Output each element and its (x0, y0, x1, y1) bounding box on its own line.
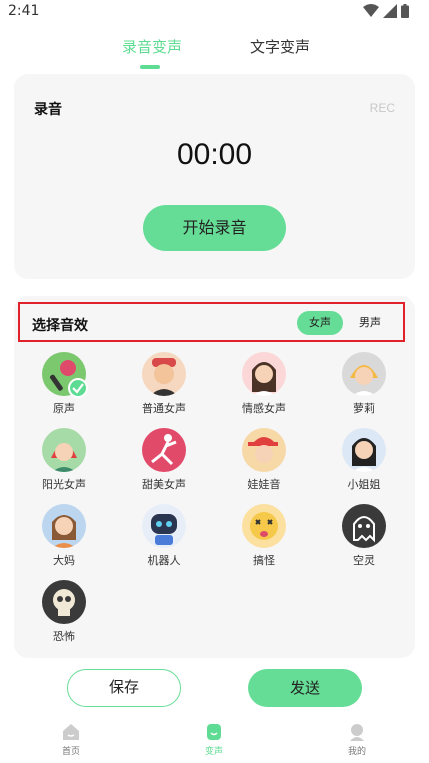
mode-tabs: 录音变声 文字变声 (0, 36, 429, 72)
voice-item-original[interactable]: 原声 (14, 352, 114, 416)
male-voice-option[interactable]: 男声 (347, 311, 393, 335)
dancer-avatar-icon (142, 428, 186, 472)
girl-avatar-icon (142, 352, 186, 396)
rec-indicator: REC (369, 101, 395, 115)
nav-label: 我的 (347, 747, 366, 757)
voice-item-label: 甜美女声 (142, 478, 186, 491)
voice-item-young-lady[interactable]: 小姐姐 (314, 428, 414, 492)
nav-item-home[interactable]: 首页 (41, 722, 101, 757)
voice-item-label: 小姐姐 (347, 478, 381, 491)
nav-item-voice-change[interactable]: 变声 (184, 722, 244, 757)
nav-label: 变声 (204, 747, 223, 757)
voice-item-ethereal[interactable]: 空灵 (314, 504, 414, 568)
status-bar: 2:41 (0, 0, 429, 24)
signal-icon (383, 4, 397, 18)
voice-item-label: 普通女声 (142, 402, 186, 415)
voice-item-label: 空灵 (353, 554, 375, 567)
voice-item-label: 情感女声 (242, 402, 286, 415)
bottom-nav: 首页 变声 我的 (0, 718, 429, 763)
recorder-title: 录音 (34, 102, 62, 118)
voice-item-doll[interactable]: 娃娃音 (214, 428, 314, 492)
voice-item-loli[interactable]: 萝莉 (314, 352, 414, 416)
voice-item-label: 原声 (53, 402, 75, 415)
robot-avatar-icon (142, 504, 186, 548)
young-lady-avatar-icon (342, 428, 386, 472)
auntie-avatar-icon (42, 504, 86, 548)
effects-title: 选择音效 (32, 318, 88, 334)
voice-item-label: 搞怪 (253, 554, 275, 567)
voice-item-silly[interactable]: 搞怪 (214, 504, 314, 568)
status-time: 2:41 (8, 3, 40, 19)
voice-item-horror[interactable]: 恐怖 (14, 580, 114, 644)
doll-avatar-icon (242, 428, 286, 472)
female-voice-option[interactable]: 女声 (297, 311, 343, 335)
selected-check-icon (68, 378, 88, 398)
voice-item-robot[interactable]: 机器人 (114, 504, 214, 568)
voice-item-sweet-female[interactable]: 甜美女声 (114, 428, 214, 492)
gender-toggle: 女声 男声 (297, 311, 393, 335)
tab-voice-record[interactable]: 录音变声 (122, 36, 182, 57)
voice-item-label: 萝莉 (353, 402, 375, 415)
voice-item-label: 恐怖 (53, 630, 75, 643)
send-button[interactable]: 发送 (248, 669, 362, 707)
skull-avatar-icon (42, 580, 86, 624)
voice-item-label: 大妈 (53, 554, 75, 567)
silly-face-avatar-icon (242, 504, 286, 548)
voice-item-emotional-female[interactable]: 情感女声 (214, 352, 314, 416)
voice-item-normal-female[interactable]: 普通女声 (114, 352, 214, 416)
start-record-button[interactable]: 开始录音 (143, 205, 286, 251)
ghost-avatar-icon (342, 504, 386, 548)
save-button[interactable]: 保存 (67, 669, 181, 707)
voice-item-auntie[interactable]: 大妈 (14, 504, 114, 568)
woman-avatar-icon (242, 352, 286, 396)
nav-label: 首页 (61, 747, 80, 757)
profile-icon (350, 724, 364, 741)
sunny-girl-avatar-icon (42, 428, 86, 472)
voice-item-sunny-female[interactable]: 阳光女声 (14, 428, 114, 492)
voice-change-icon (207, 724, 221, 740)
status-icons (363, 4, 409, 18)
nav-item-profile[interactable]: 我的 (327, 722, 387, 757)
recorder-card: 录音 REC 00:00 开始录音 (14, 74, 415, 279)
voice-item-label: 机器人 (147, 554, 181, 567)
little-girl-avatar-icon (342, 352, 386, 396)
voice-item-label: 娃娃音 (247, 478, 281, 491)
wifi-icon (363, 4, 379, 17)
effects-header: 选择音效 女声 男声 (18, 302, 405, 342)
battery-icon (401, 4, 409, 18)
tab-text-to-voice[interactable]: 文字变声 (250, 36, 310, 57)
effects-card: 选择音效 女声 男声 原声 普通女声 情感女声 萝莉 阳光女声 甜美女声 娃娃音… (14, 296, 415, 658)
home-icon (63, 724, 79, 740)
voice-item-label: 阳光女声 (42, 478, 86, 491)
active-tab-indicator (140, 65, 160, 69)
record-timer: 00:00 (176, 138, 253, 171)
